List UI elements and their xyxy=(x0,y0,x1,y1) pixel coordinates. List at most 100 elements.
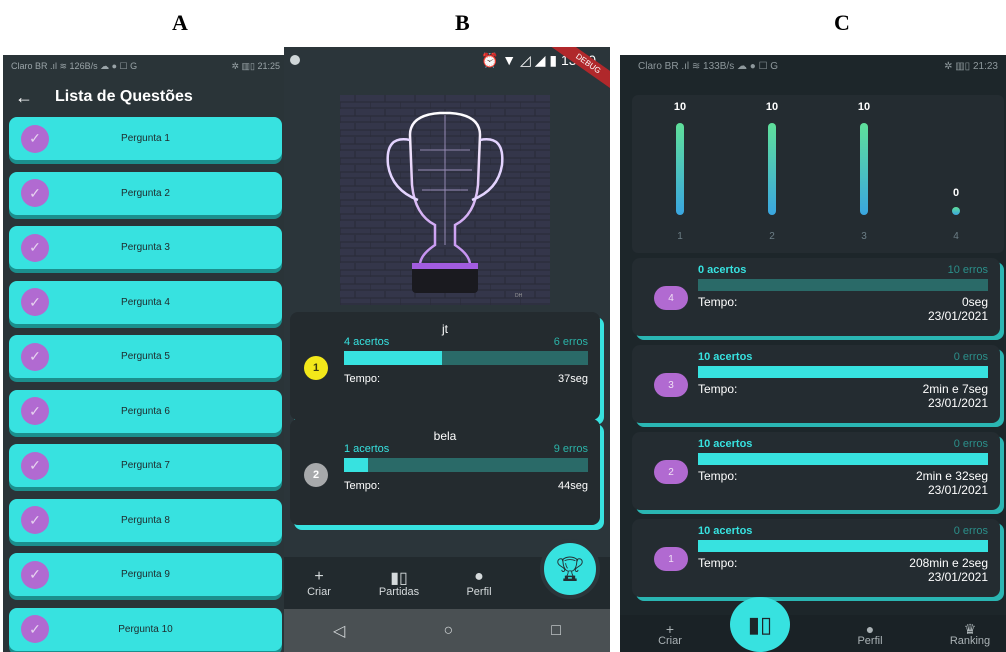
nav-matches[interactable]: ▮▯ Partidas xyxy=(354,568,444,598)
score-bar xyxy=(344,351,588,365)
question-label: Pergunta 7 xyxy=(121,460,170,471)
question-item[interactable]: ✓ Pergunta 9 xyxy=(9,553,282,596)
question-item[interactable]: ✓ Pergunta 4 xyxy=(9,280,282,324)
score-bar xyxy=(698,279,988,291)
history-card[interactable]: 1 10 acertos 0 erros Tempo: 208min e 2seg … xyxy=(632,519,1000,597)
score-bar xyxy=(698,540,988,552)
rank-medal: 3 xyxy=(654,373,688,397)
hits-count: 10 acertos xyxy=(698,351,753,363)
nav-ranking[interactable]: ♛ Ranking xyxy=(940,621,1000,647)
matches-icon: ▮▯ xyxy=(390,570,408,587)
score-row: 0 acertos 10 erros xyxy=(632,258,1000,276)
question-item[interactable]: ✓ Pergunta 8 xyxy=(9,498,282,542)
history-card[interactable]: 2 10 acertos 0 erros Tempo: 2min e 32seg 2… xyxy=(632,432,1000,510)
time-label: Tempo: xyxy=(698,469,738,483)
trophy-image: DH xyxy=(340,95,550,305)
score-row: 4 acertos 6 erros xyxy=(290,336,600,348)
plus-icon: + xyxy=(665,621,675,637)
time-value: 44seg xyxy=(558,480,588,492)
chart-column: 10 2 xyxy=(752,95,792,253)
nav-profile[interactable]: ● Perfil xyxy=(840,621,900,647)
nav-create-label: Criar xyxy=(658,635,682,647)
score-bar xyxy=(698,453,988,465)
chart-value-label: 10 xyxy=(765,101,779,113)
result-card[interactable]: jt 1 4 acertos 6 erros Tempo: 37seg xyxy=(290,312,600,420)
player-name: jt xyxy=(442,322,448,336)
status-bar: ⏰ ▼ ◿ ◢ ▮ 13:30 DEBUG xyxy=(284,47,610,93)
question-item[interactable]: ✓ Pergunta 10 xyxy=(9,607,282,651)
question-label: Pergunta 9 xyxy=(121,569,170,580)
score-row: 1 acertos 9 erros xyxy=(290,443,600,455)
panel-label-c: C xyxy=(834,10,850,35)
home-icon[interactable]: ○ xyxy=(443,622,453,640)
status-right: ✲ ▥▯ 21:23 xyxy=(944,60,998,72)
question-label: Pergunta 10 xyxy=(118,623,173,635)
time-label: Tempo: xyxy=(344,480,381,492)
trophy-fab-icon: 🏆︎ xyxy=(554,555,586,583)
score-bar xyxy=(344,458,588,472)
hits-count: 4 acertos xyxy=(344,336,390,348)
page-title: Lista de Questões xyxy=(55,88,193,105)
question-item[interactable]: ✓ Pergunta 3 xyxy=(9,226,282,269)
rank-number: 2 xyxy=(312,469,320,481)
chart-bar xyxy=(676,123,684,215)
chart-bar xyxy=(768,123,776,215)
time-label: Tempo: xyxy=(344,373,381,385)
question-item[interactable]: ✓ Pergunta 1 xyxy=(9,117,282,160)
time-value: 208min e 2seg xyxy=(909,556,988,570)
question-label: Pergunta 2 xyxy=(121,187,170,199)
rank-medal: 1 xyxy=(654,547,688,571)
history-card[interactable]: 3 10 acertos 0 erros Tempo: 2min e 7seg 23… xyxy=(632,345,1000,423)
rank-number: 2 xyxy=(668,466,674,478)
time-value: 0seg xyxy=(961,295,988,309)
question-label: Pergunta 5 xyxy=(121,351,170,362)
date-value: 23/01/2021 xyxy=(927,309,988,323)
question-item[interactable]: ✓ Pergunta 6 xyxy=(9,389,282,433)
nav-profile-label: Perfil xyxy=(466,586,492,598)
matches-fab[interactable]: ▮▯ xyxy=(730,597,790,652)
score-bar-fill xyxy=(698,366,988,378)
matches-fab-icon: ▮▯ xyxy=(747,611,773,637)
recent-apps-icon[interactable]: □ xyxy=(551,622,561,640)
chart-category-label: 4 xyxy=(953,231,959,242)
trophy-icon: ♛ xyxy=(963,621,977,637)
nav-profile-label: Perfil xyxy=(857,635,883,647)
nav-create[interactable]: + Criar xyxy=(640,621,700,647)
nav-profile[interactable]: ● Perfil xyxy=(444,568,514,598)
result-card[interactable]: bela 2 1 acertos 9 erros Tempo: 44seg xyxy=(290,419,600,525)
panel-label-a: A xyxy=(172,10,188,35)
rank-number: 1 xyxy=(312,362,320,374)
person-icon: ● xyxy=(474,568,484,585)
time-row: Tempo: 44seg xyxy=(290,472,600,492)
chart-value-label: 10 xyxy=(673,101,687,113)
status-right: ✲ ▥▯ 21:25 xyxy=(231,60,280,71)
rank-number: 3 xyxy=(668,379,674,391)
score-row: 10 acertos 0 erros xyxy=(632,519,1000,537)
question-item[interactable]: ✓ Pergunta 7 xyxy=(9,444,282,487)
rank-medal: 2 xyxy=(654,460,688,484)
rank-medal: 2 xyxy=(304,463,328,487)
nav-matches-label: Partidas xyxy=(378,586,420,598)
notification-dot-icon xyxy=(290,55,300,65)
image-caption: DH xyxy=(515,293,523,299)
question-label: Pergunta 6 xyxy=(121,405,170,417)
chart-category-label: 3 xyxy=(861,231,867,242)
chart-value-label: 10 xyxy=(857,101,871,113)
time-label: Tempo: xyxy=(698,556,738,570)
plus-icon: + xyxy=(314,568,324,585)
person-icon: ● xyxy=(865,621,875,637)
history-card[interactable]: 4 0 acertos 10 erros Tempo: 0seg 23/01/202… xyxy=(632,258,1000,336)
nav-create[interactable]: + Criar xyxy=(284,568,354,598)
chart-column: 10 1 xyxy=(660,95,700,253)
status-left: Claro BR .ıl ≋ 133B/s ☁ ● ☐ G xyxy=(638,60,779,72)
question-item[interactable]: ✓ Pergunta 2 xyxy=(9,171,282,215)
ranking-fab[interactable]: 🏆︎ xyxy=(540,539,600,599)
time-value: 2min e 32seg xyxy=(915,469,988,483)
score-bar-fill xyxy=(698,453,988,465)
question-item[interactable]: ✓ Pergunta 5 xyxy=(9,335,282,378)
back-arrow-icon[interactable]: ← xyxy=(15,87,33,108)
back-icon[interactable]: ◁ xyxy=(333,621,345,641)
chart-bar xyxy=(860,123,868,215)
time-label: Tempo: xyxy=(698,295,738,309)
errors-count: 10 erros xyxy=(947,264,988,276)
